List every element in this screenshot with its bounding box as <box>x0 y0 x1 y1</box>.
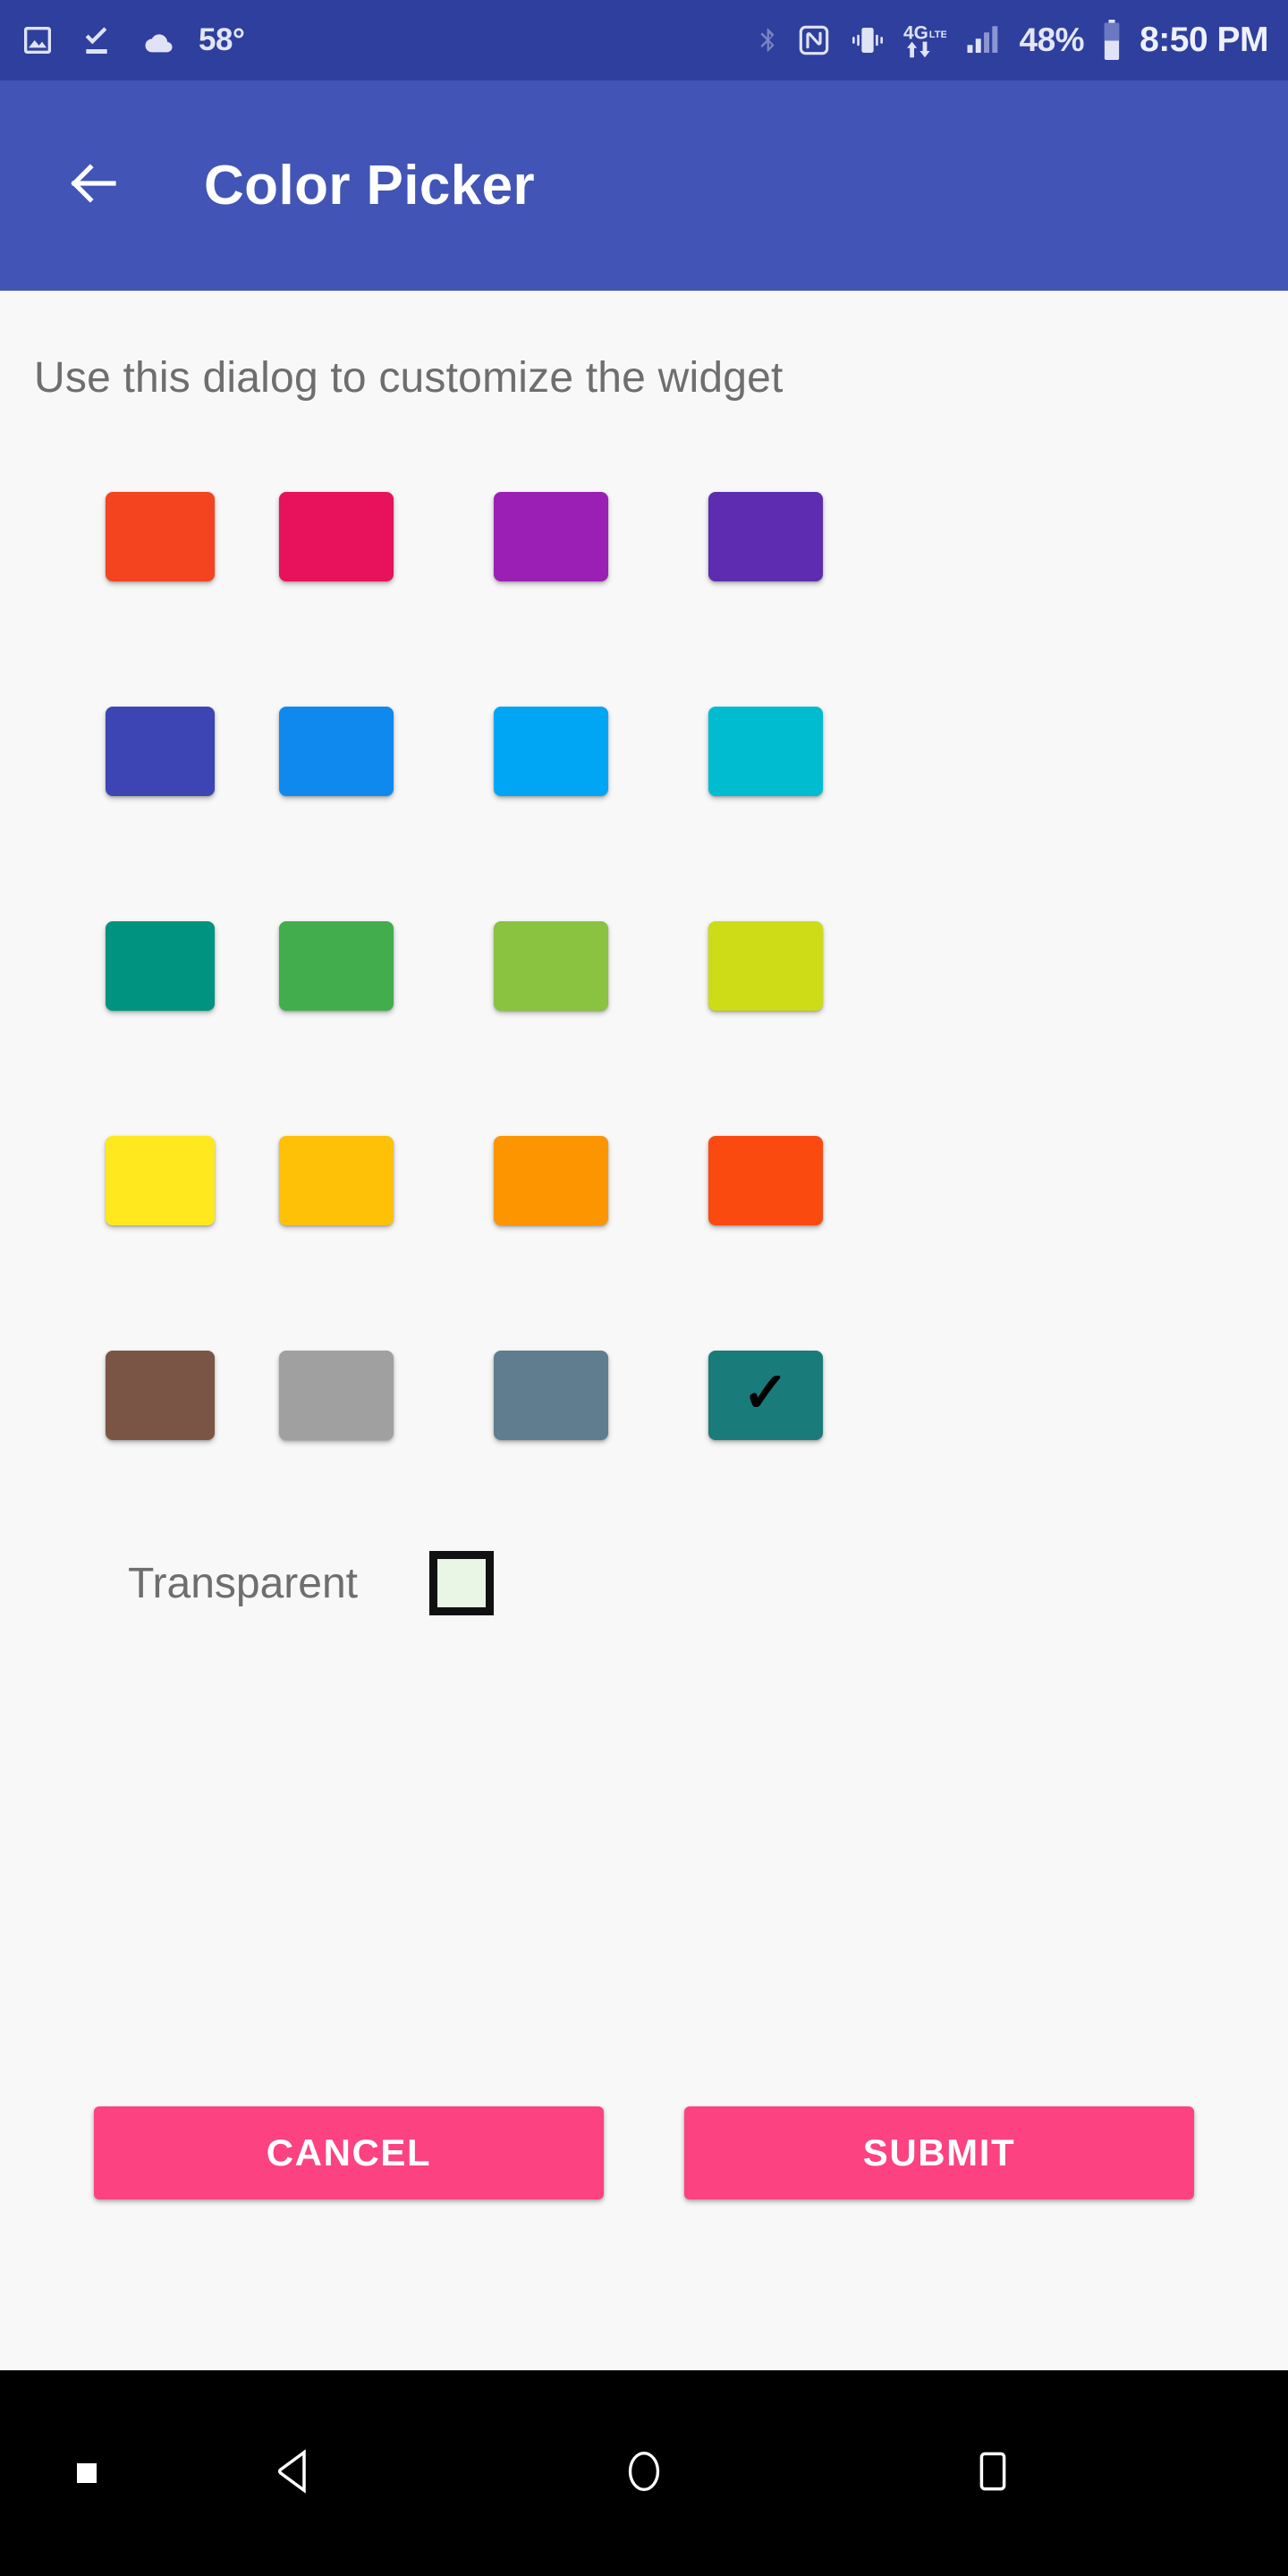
dialog-actions: CANCEL SUBMIT <box>0 2106 1288 2199</box>
color-swatch-grid: ✓ <box>0 492 1288 1565</box>
swatch-row <box>0 921 1288 1136</box>
swatch-cell <box>0 707 215 921</box>
swatch-cell <box>644 921 859 1136</box>
4g-lte-icon: 4G LTE <box>903 20 946 61</box>
swatch-cell <box>429 707 644 921</box>
transparent-label: Transparent <box>128 1559 359 1607</box>
status-bar-right-icons: 4G LTE 48% 8:50 PM <box>753 20 1268 61</box>
color-swatch-blue-grey[interactable] <box>494 1351 608 1440</box>
color-swatch-yellow[interactable] <box>106 1136 215 1225</box>
home-nav-button[interactable] <box>599 2428 689 2518</box>
signal-bars-icon <box>962 21 1004 59</box>
color-swatch-orange[interactable] <box>494 1136 608 1225</box>
temperature-text: 58° <box>199 22 245 57</box>
color-swatch-deep-orange[interactable] <box>708 1136 823 1225</box>
clock-text: 8:50 PM <box>1140 21 1268 59</box>
nfc-icon <box>796 21 832 59</box>
swatch-row <box>0 1136 1288 1351</box>
swatch-cell <box>0 492 215 707</box>
home-nav-icon <box>618 2445 670 2502</box>
color-swatch-light-green[interactable] <box>494 921 608 1011</box>
recents-nav-icon <box>968 2446 1018 2501</box>
transparent-checkbox[interactable] <box>429 1551 495 1615</box>
swatch-cell <box>429 492 644 707</box>
swatch-cell <box>215 921 429 1136</box>
color-swatch-blue[interactable] <box>279 707 394 796</box>
swatch-cell <box>215 492 429 707</box>
status-bar-left-icons: 58° <box>20 22 245 58</box>
swatch-row <box>0 707 1288 921</box>
swatch-row <box>0 492 1288 707</box>
app-bar: Color Picker <box>0 80 1288 291</box>
svg-text:LTE: LTE <box>928 30 945 40</box>
nav-buttons <box>0 2370 1288 2576</box>
back-button[interactable] <box>64 157 123 216</box>
submit-button[interactable]: SUBMIT <box>684 2106 1194 2199</box>
battery-percent-text: 48% <box>1019 21 1085 58</box>
color-swatch-red[interactable] <box>106 492 215 581</box>
swatch-cell <box>429 921 644 1136</box>
arrow-left-icon <box>64 154 123 217</box>
cloud-icon <box>138 22 175 58</box>
swatch-cell <box>644 1136 859 1351</box>
back-nav-icon <box>268 2445 322 2503</box>
dialog-content: Use this dialog to customize the widget <box>0 291 1288 2370</box>
swatch-cell <box>0 921 215 1136</box>
selected-check-icon: ✓ <box>742 1362 789 1424</box>
color-swatch-grey[interactable] <box>279 1351 394 1440</box>
download-complete-icon <box>79 22 114 58</box>
color-swatch-purple[interactable] <box>494 492 608 581</box>
back-nav-button[interactable] <box>250 2428 340 2518</box>
color-swatch-light-blue[interactable] <box>494 707 608 796</box>
color-swatch-brown[interactable] <box>106 1351 215 1440</box>
color-swatch-cyan[interactable] <box>708 707 823 796</box>
recents-nav-button[interactable] <box>948 2428 1038 2518</box>
page-title: Color Picker <box>204 155 536 216</box>
photo-icon <box>20 22 55 58</box>
swatch-cell <box>644 492 859 707</box>
battery-icon <box>1100 20 1123 61</box>
color-swatch-green[interactable] <box>279 921 394 1011</box>
color-swatch-indigo[interactable] <box>106 707 215 796</box>
color-swatch-deep-purple[interactable] <box>708 492 823 581</box>
color-swatch-teal[interactable] <box>106 921 215 1011</box>
vibrate-icon <box>848 21 887 59</box>
navigation-bar <box>0 2370 1288 2576</box>
swatch-cell <box>429 1136 644 1351</box>
swatch-cell <box>644 707 859 921</box>
color-swatch-pink[interactable] <box>279 492 394 581</box>
color-swatch-amber[interactable] <box>279 1136 394 1225</box>
cancel-button[interactable]: CANCEL <box>94 2106 604 2199</box>
phone-screen: 58° 4G LTE 48% 8:50 PM Color Picker Use … <box>0 0 1288 2576</box>
svg-text:4G: 4G <box>903 22 928 43</box>
swatch-cell <box>0 1136 215 1351</box>
bluetooth-icon <box>753 21 780 60</box>
swatch-cell <box>215 707 429 921</box>
status-bar: 58° 4G LTE 48% 8:50 PM <box>0 0 1288 80</box>
swatch-cell <box>215 1136 429 1351</box>
color-swatch-dark-teal-selected[interactable]: ✓ <box>708 1351 823 1440</box>
dialog-message: Use this dialog to customize the widget <box>34 354 784 402</box>
transparent-option-row[interactable]: Transparent <box>0 1512 1288 1655</box>
color-swatch-lime[interactable] <box>708 921 823 1011</box>
